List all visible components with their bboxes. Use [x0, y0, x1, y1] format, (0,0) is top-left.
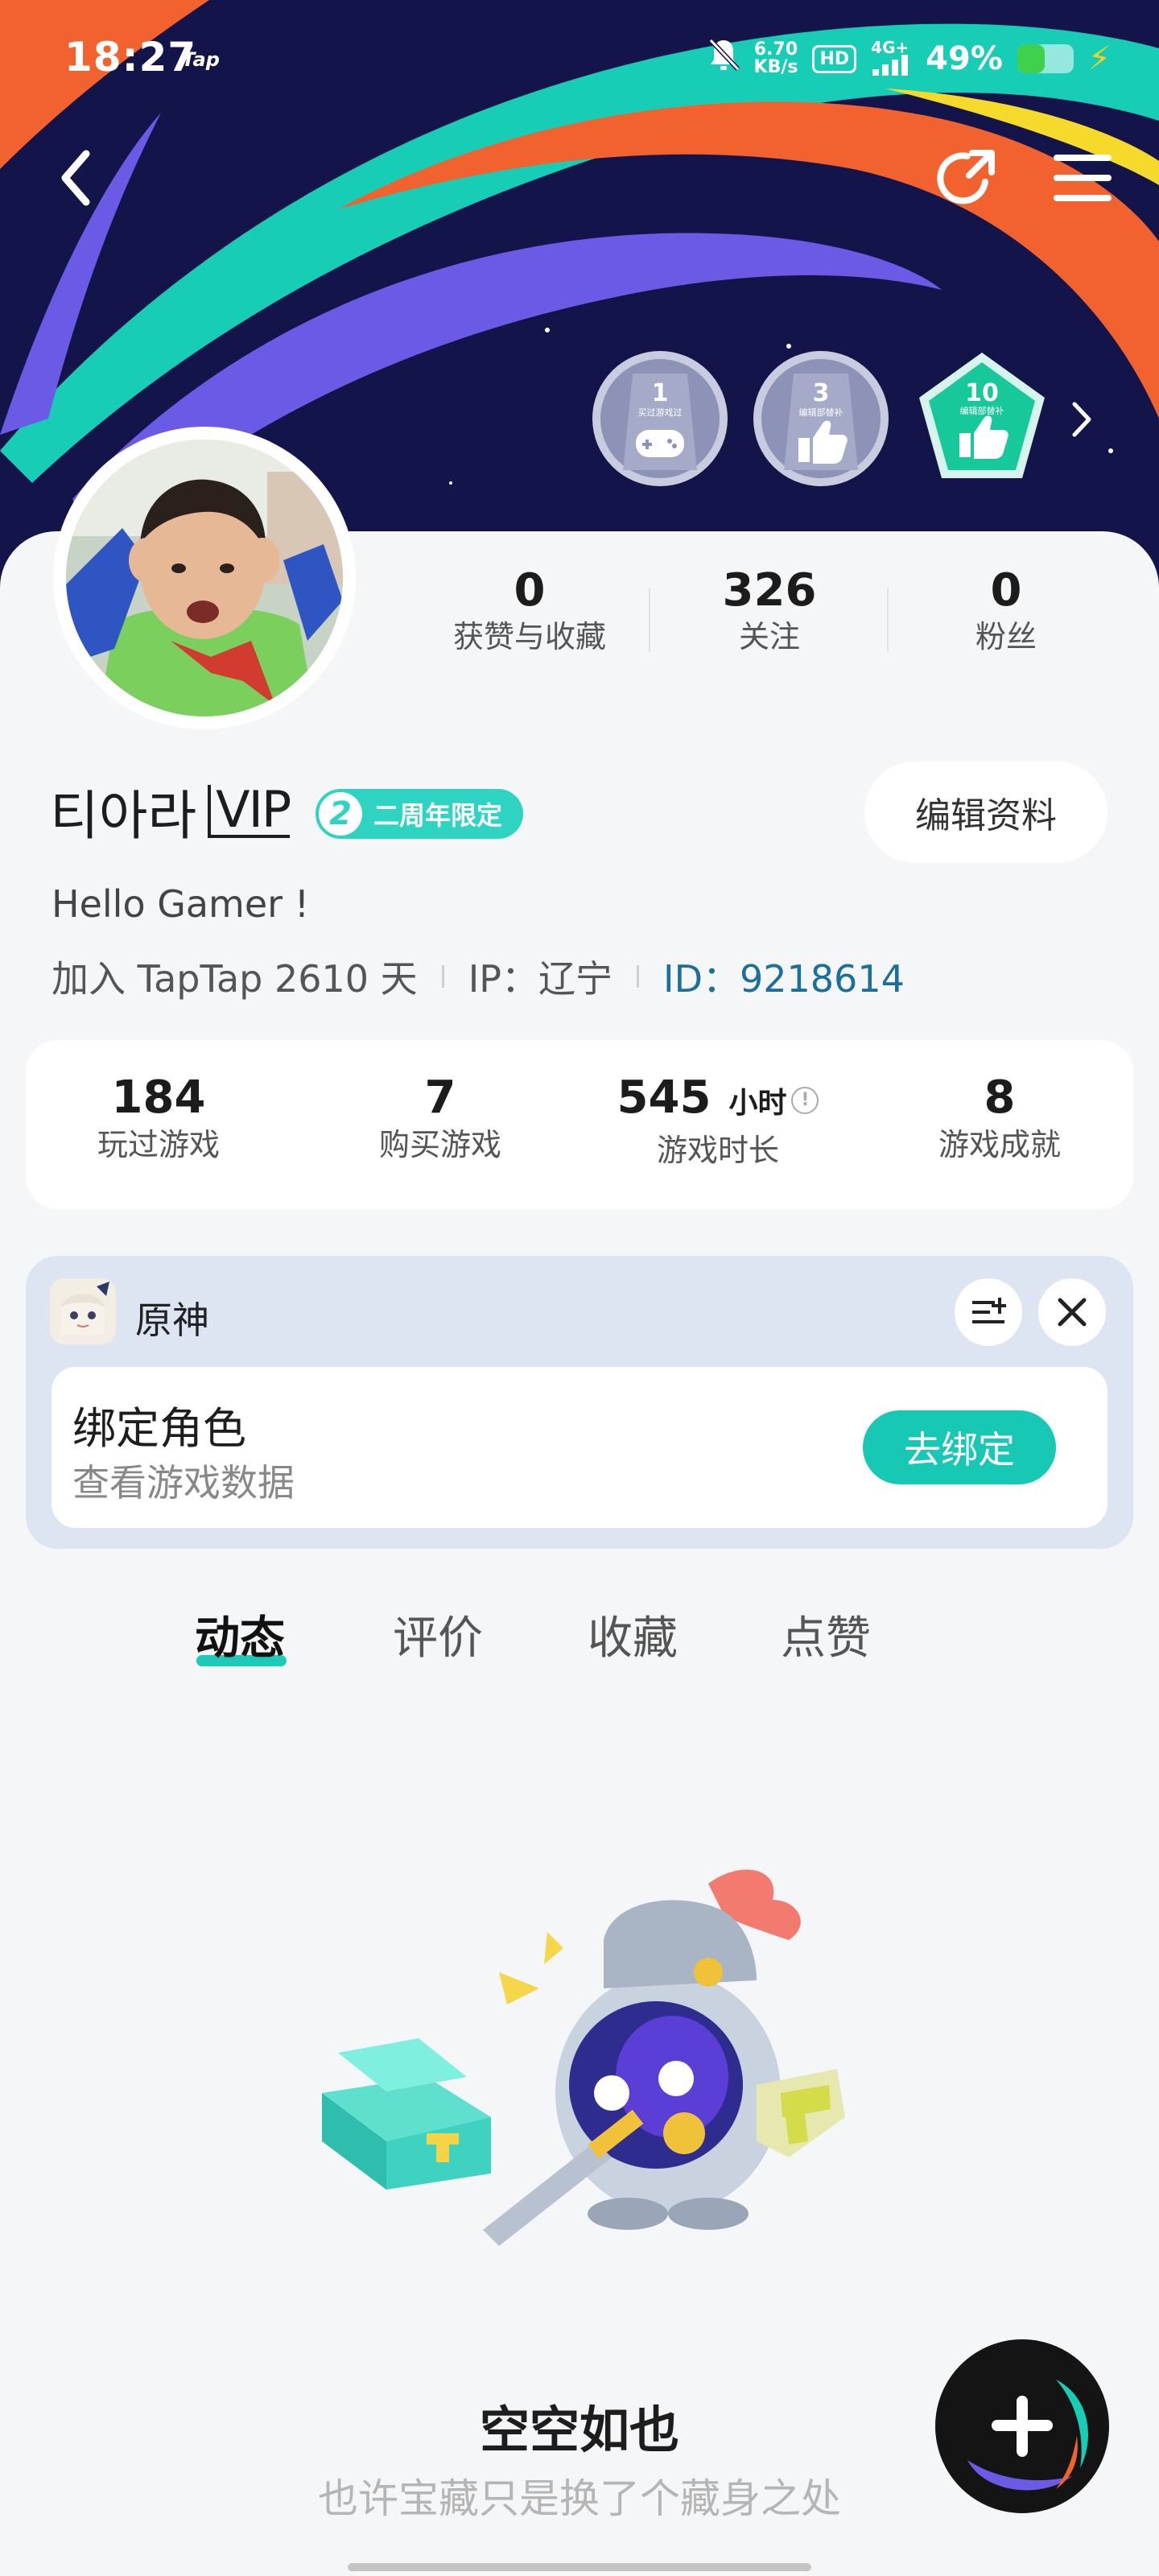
status-right-group: 6.70 KB/s HD 4G+ 49% ⚡	[707, 37, 1111, 80]
achievements-label: 游戏成就	[938, 1127, 1061, 1162]
bind-subtitle: 查看游戏数据	[72, 1461, 295, 1505]
battery-percent: 49%	[926, 40, 1003, 77]
divider	[887, 588, 889, 652]
tab-likes[interactable]: 点赞	[781, 1602, 871, 1667]
stat-likes[interactable]: 0 获赞与收藏	[441, 565, 618, 657]
status-time: 18:27	[64, 34, 197, 80]
username: 티아라	[50, 785, 197, 847]
divider	[637, 965, 639, 988]
status-bar: 18:27 Tap 6.70 KB/s HD 4G+ 49% ⚡	[0, 0, 1159, 121]
empty-state-illustration	[306, 1852, 885, 2270]
anniversary-badge[interactable]: 2 二周年限定	[316, 789, 524, 839]
back-arrow-icon	[61, 150, 90, 206]
share-button[interactable]	[930, 142, 1003, 214]
played-games-label: 玩过游戏	[97, 1127, 220, 1162]
username-row: 티아라 VIP	[50, 773, 291, 850]
back-button[interactable]	[40, 142, 113, 214]
badge-1-caption: 买过游戏过	[638, 407, 683, 418]
stat-play-time[interactable]: 545 小时! 游戏时长	[589, 1072, 847, 1171]
hd-badge: HD	[812, 44, 857, 73]
close-card-button[interactable]	[1038, 1278, 1106, 1346]
stat-following-value: 326	[722, 564, 817, 617]
play-time-row: 545 小时!	[589, 1072, 847, 1129]
stat-followers-label: 粉丝	[975, 619, 1037, 654]
stat-likes-label: 获赞与收藏	[452, 619, 606, 654]
status-app-tag: Tap	[182, 48, 220, 71]
divider	[649, 588, 650, 652]
user-meta: 加入 TapTap 2610 天 IP：辽宁 ID：9218614	[52, 950, 905, 1003]
badge-3[interactable]: 10 编辑部替补	[913, 349, 1051, 488]
tab-reviews[interactable]: 评价	[393, 1602, 483, 1667]
divider	[441, 965, 444, 988]
menu-button[interactable]	[1046, 142, 1119, 214]
join-days: 加入 TapTap 2610 天	[52, 957, 418, 1001]
anniversary-number: 2	[319, 792, 362, 836]
user-id[interactable]: ID：9218614	[663, 950, 905, 1003]
stat-following[interactable]: 326 关注	[689, 565, 850, 657]
badge-1[interactable]: 1 买过游戏过	[591, 349, 729, 488]
network-speed: 6.70 KB/s	[754, 41, 798, 76]
avatar[interactable]	[66, 440, 343, 716]
play-time-unit: 小时	[728, 1087, 787, 1120]
stat-followers-value: 0	[990, 564, 1022, 617]
tab-posts[interactable]: 动态	[195, 1602, 285, 1667]
badge-2-caption: 编辑部替补	[799, 407, 843, 418]
stat-following-label: 关注	[738, 619, 800, 654]
mute-bell-icon	[707, 37, 740, 80]
user-bio: Hello Gamer !	[52, 882, 310, 926]
share-icon	[937, 150, 995, 204]
battery-fill	[1017, 44, 1046, 73]
purchased-games-label: 购买游戏	[378, 1127, 501, 1162]
badge-2[interactable]: 3 编辑部替补	[752, 349, 890, 488]
stat-purchased-games[interactable]: 7 购买游戏	[340, 1072, 541, 1166]
close-icon	[1058, 1298, 1087, 1327]
tab-favorites[interactable]: 收藏	[588, 1602, 678, 1667]
game-name: 原神	[135, 1298, 209, 1342]
game-stats-card: 184 玩过游戏 7 购买游戏 545 小时! 游戏时长 8 游戏成就	[26, 1040, 1133, 1209]
badge-1-number: 1	[652, 379, 669, 407]
stat-achievements[interactable]: 8 游戏成就	[895, 1072, 1104, 1166]
play-time-label: 游戏时长	[656, 1133, 779, 1168]
stat-followers[interactable]: 0 粉丝	[926, 565, 1087, 657]
achievements-value: 8	[984, 1071, 1016, 1124]
signal-indicator: 4G+	[871, 39, 911, 77]
home-indicator[interactable]	[348, 2563, 811, 2571]
play-time-value: 545	[617, 1071, 711, 1124]
stat-played-games[interactable]: 184 玩过游戏	[58, 1072, 259, 1166]
create-post-button[interactable]	[935, 2339, 1109, 2513]
purchased-games-value: 7	[424, 1071, 456, 1124]
ip-location: IP：辽宁	[468, 957, 612, 1001]
info-icon[interactable]: !	[791, 1086, 819, 1114]
stat-likes-value: 0	[514, 564, 546, 617]
badge-2-number: 3	[813, 379, 830, 407]
badge-3-number: 10	[965, 379, 999, 407]
speed-unit: KB/s	[753, 57, 798, 77]
list-add-icon	[972, 1298, 1006, 1323]
gamepad-icon	[636, 430, 684, 457]
filter-button[interactable]	[955, 1278, 1022, 1346]
vip-badge[interactable]: VIP	[208, 785, 291, 838]
badge-3-caption: 编辑部替补	[960, 405, 1004, 416]
chevron-right-icon	[1072, 402, 1091, 437]
menu-icon	[1054, 155, 1112, 201]
anniversary-label: 二周年限定	[373, 800, 503, 831]
speed-value: 6.70	[753, 39, 798, 60]
battery-icon	[1017, 44, 1074, 73]
bind-title: 绑定角色	[72, 1403, 246, 1454]
played-games-value: 184	[111, 1071, 206, 1124]
bind-button[interactable]: 去绑定	[863, 1410, 1056, 1484]
charging-icon: ⚡	[1087, 40, 1111, 77]
badges-more-button[interactable]	[1058, 383, 1106, 456]
genshin-game-icon[interactable]	[50, 1278, 116, 1344]
edit-profile-button[interactable]: 编辑资料	[864, 762, 1107, 863]
